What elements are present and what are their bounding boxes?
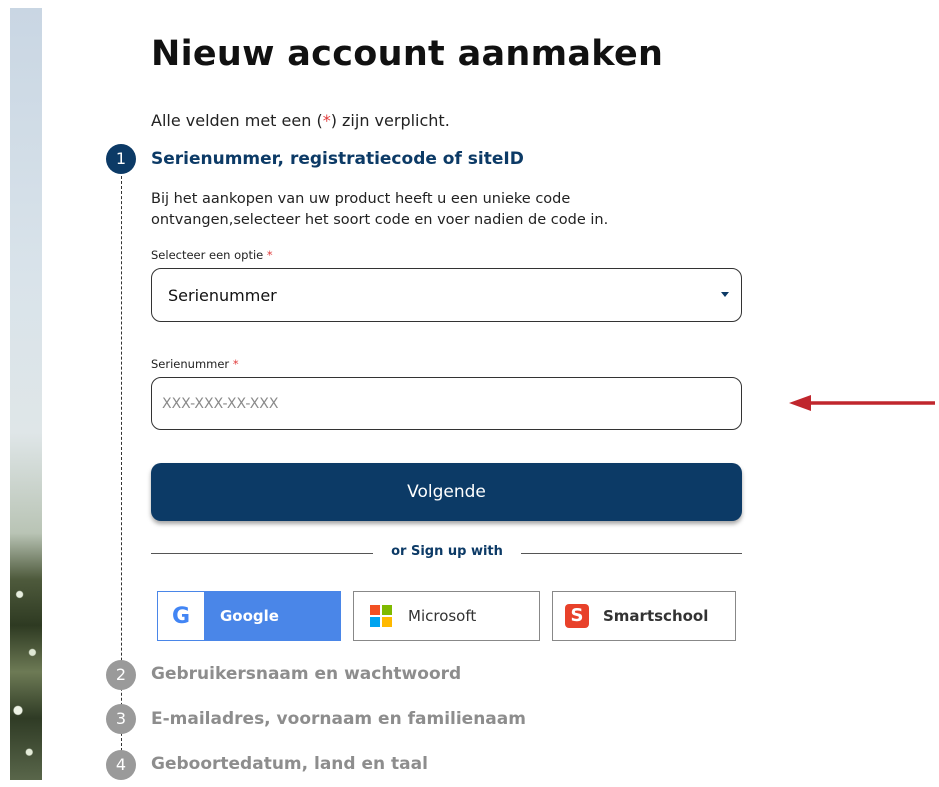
required-fields-note: Alle velden met een (*) zijn verplicht. <box>151 111 450 130</box>
step-3-badge: 3 <box>106 704 136 734</box>
smartschool-button-label: Smartschool <box>603 607 709 625</box>
microsoft-icon <box>370 605 392 627</box>
serial-number-input[interactable] <box>151 377 742 430</box>
google-button-label: Google <box>220 607 279 625</box>
next-button-label: Volgende <box>407 482 486 502</box>
next-button[interactable]: Volgende <box>151 463 742 521</box>
step-1-title: Serienummer, registratiecode of siteID <box>151 149 524 169</box>
smartschool-icon: S <box>565 604 589 628</box>
step-2-title: Gebruikersnaam en wachtwoord <box>151 664 462 684</box>
code-type-select[interactable]: Serienummer <box>151 268 742 322</box>
microsoft-signup-button[interactable]: Microsoft <box>353 591 540 641</box>
required-note-star: * <box>322 111 331 130</box>
google-icon: G <box>158 592 204 640</box>
divider-line-left <box>151 553 373 554</box>
smartschool-signup-button[interactable]: S Smartschool <box>552 591 736 641</box>
step-1-badge: 1 <box>106 144 136 174</box>
required-note-prefix: Alle velden met een ( <box>151 111 323 130</box>
divider-line-right <box>521 553 742 554</box>
step-3-title: E-mailadres, voornaam en familienaam <box>151 709 526 729</box>
google-g-letter: G <box>171 603 191 629</box>
step-4-title: Geboortedatum, land en taal <box>151 754 428 774</box>
serial-number-label: Serienummer * <box>151 357 239 371</box>
background-photo-strip <box>10 8 42 780</box>
google-signup-button[interactable]: G Google <box>157 591 341 641</box>
select-required-star: * <box>266 248 273 262</box>
page-title: Nieuw account aanmaken <box>151 34 664 74</box>
red-arrow-annotation <box>789 395 935 411</box>
code-type-select-value: Serienummer <box>168 285 277 305</box>
serial-number-label-text: Serienummer <box>151 357 230 371</box>
microsoft-button-label: Microsoft <box>408 607 477 625</box>
step-2-badge: 2 <box>106 660 136 690</box>
serial-required-star: * <box>232 357 239 371</box>
chevron-down-icon <box>721 292 729 297</box>
select-option-label-text: Selecteer een optie <box>151 248 264 262</box>
step-4-badge: 4 <box>106 750 136 780</box>
step-1-description: Bij het aankopen van uw product heeft u … <box>151 191 609 228</box>
social-divider-text: or Sign up with <box>391 544 503 559</box>
select-option-label: Selecteer een optie * <box>151 248 273 262</box>
required-note-suffix: ) zijn verplicht. <box>330 111 450 130</box>
